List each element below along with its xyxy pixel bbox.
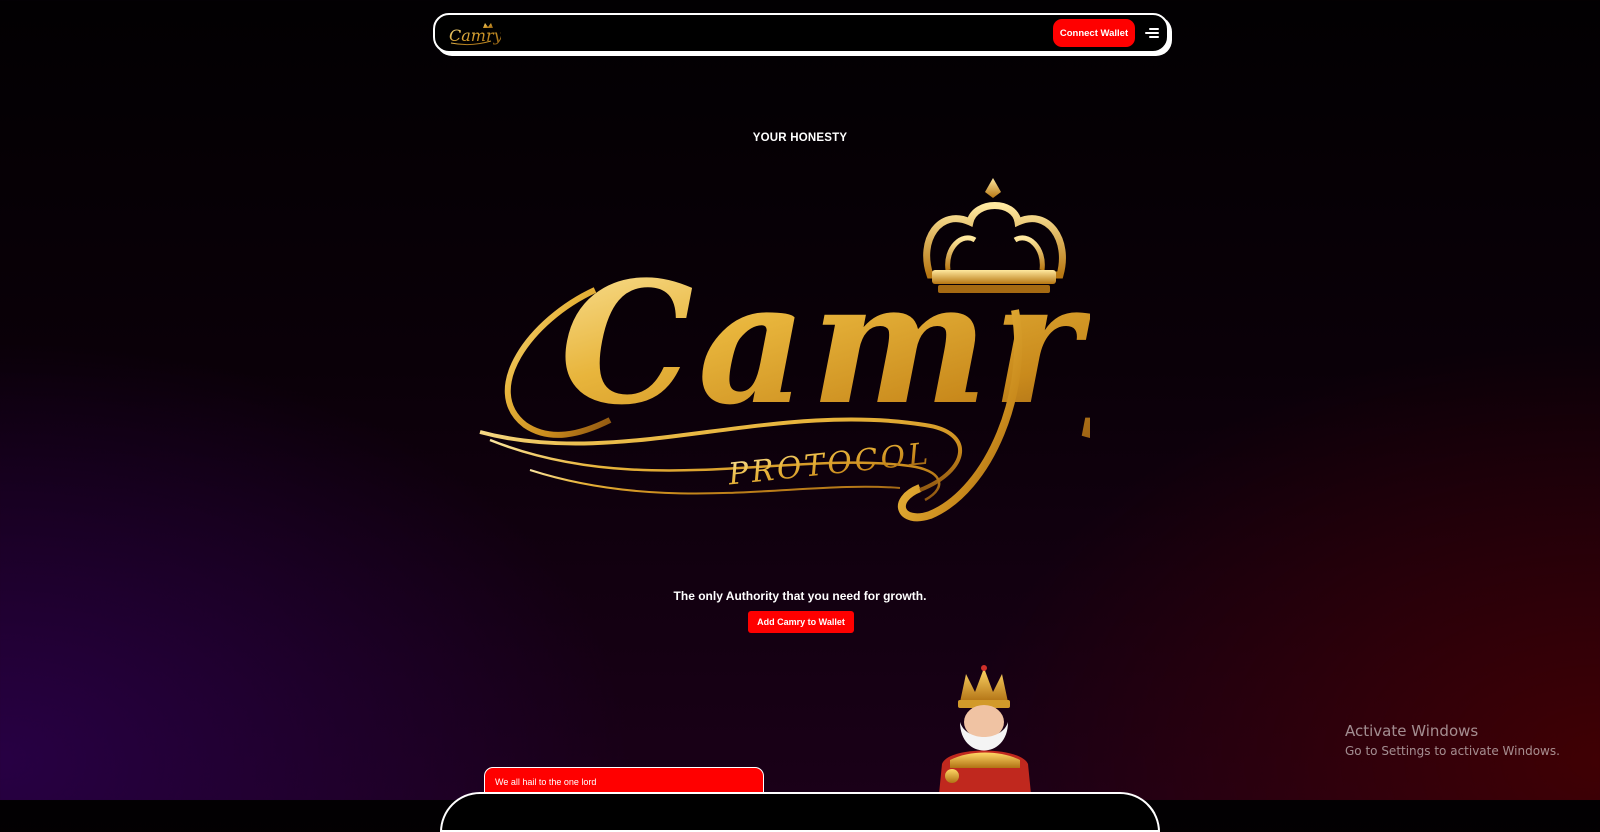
connect-wallet-button[interactable]: Connect Wallet bbox=[1053, 19, 1135, 47]
bottom-card bbox=[440, 792, 1160, 832]
menu-icon[interactable] bbox=[1143, 24, 1161, 42]
svg-text:PROTOCOL: PROTOCOL bbox=[726, 436, 933, 492]
windows-activation-watermark: Activate Windows Go to Settings to activ… bbox=[1345, 722, 1560, 758]
add-to-wallet-button[interactable]: Add Camry to Wallet bbox=[748, 611, 854, 633]
hero-tagline: YOUR HONESTY bbox=[752, 132, 848, 144]
king-illustration bbox=[938, 665, 1032, 804]
nav-logo[interactable]: Camry bbox=[445, 19, 501, 49]
watermark-subtitle: Go to Settings to activate Windows. bbox=[1345, 744, 1560, 758]
chat-bubble-text: We all hail to the one lord bbox=[495, 777, 597, 787]
hero-subtitle: The only Authority that you need for gro… bbox=[673, 589, 927, 603]
watermark-title: Activate Windows bbox=[1345, 722, 1479, 740]
camry-protocol-logo: Camry PROTOCOL bbox=[479, 178, 1090, 522]
top-navbar: Camry Connect Wallet bbox=[433, 13, 1169, 53]
svg-text:Camry: Camry bbox=[449, 26, 501, 45]
